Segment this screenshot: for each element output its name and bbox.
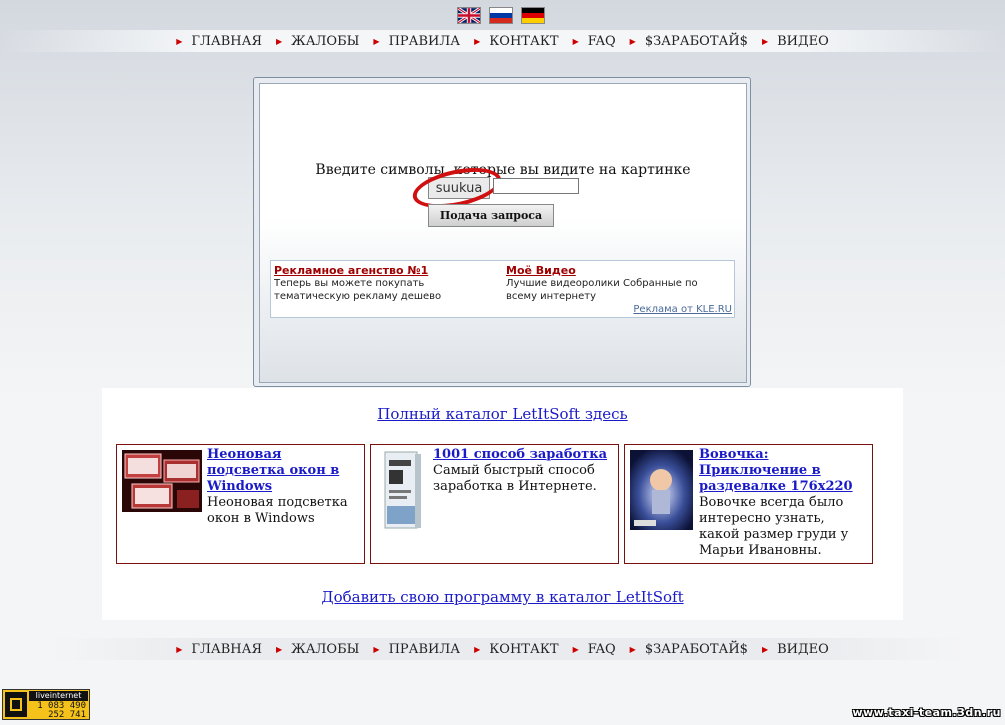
captcha-panel: Введите символы, которые вы видите на ка… — [253, 77, 751, 387]
card-text: Неоновая подсветка окон в Windows Неонов… — [207, 447, 360, 527]
ad-credit-link[interactable]: Реклама от KLE.RU — [633, 304, 732, 315]
ad-title-link[interactable]: Рекламное агенство №1 — [274, 264, 489, 277]
arrow-right-icon: ▶ — [275, 36, 283, 46]
nav-item-faq[interactable]: ▶ FAQ — [573, 34, 616, 49]
card-title-link[interactable]: Вовочка: Приключение в раздевалке 176x22… — [699, 447, 868, 495]
nav-item-video[interactable]: ▶ ВИДЕО — [762, 642, 829, 657]
arrow-right-icon: ▶ — [176, 36, 183, 46]
nav-item-home[interactable]: ▶ ГЛАВНАЯ — [176, 642, 262, 657]
counter-value-today: 252 741 — [48, 710, 86, 720]
arrow-right-icon: ▶ — [275, 644, 283, 654]
book-cover-thumbnail[interactable] — [383, 450, 423, 530]
site-watermark: www.taxi-team.3dn.ru — [852, 706, 1001, 719]
arrow-right-icon: ▶ — [629, 36, 636, 46]
card-title-link[interactable]: Неоновая подсветка окон в Windows — [207, 447, 360, 495]
ad-description: Лучшие видеоролики Собранные по всему ин… — [506, 278, 698, 302]
ad-item: Моё Видео Лучшие видеоролики Собранные п… — [506, 264, 721, 303]
counter-name: liveinternet — [29, 691, 88, 701]
arrow-right-icon: ▶ — [572, 36, 579, 46]
bottom-nav: ▶ ГЛАВНАЯ ▶ ЖАЛОБЫ ▶ ПРАВИЛА ▶ КОНТАКТ ▶ FAQ … — [0, 638, 1005, 660]
liveinternet-counter[interactable]: liveinternet 1 083 490 252 741 — [2, 689, 90, 720]
game-cover-thumbnail[interactable] — [630, 450, 693, 530]
catalog-section: Полный каталог LetItSoft здесь Неоновая … — [102, 388, 903, 620]
nav-item-faq[interactable]: ▶ FAQ — [573, 642, 616, 657]
arrow-right-icon: ▶ — [761, 36, 769, 46]
nav-item-contact[interactable]: ▶ КОНТАКТ — [474, 34, 558, 49]
ad-item: Рекламное агенство №1 Теперь вы можете п… — [274, 264, 489, 303]
russia-flag-icon[interactable] — [489, 7, 513, 24]
nav-item-rules[interactable]: ▶ ПРАВИЛА — [373, 34, 460, 49]
nav-item-complaints[interactable]: ▶ ЖАЛОБЫ — [276, 34, 359, 49]
arrow-right-icon: ▶ — [474, 36, 481, 46]
card-description: Самый быстрый способ заработка в Интерне… — [433, 463, 597, 494]
card-text: Вовочка: Приключение в раздевалке 176x22… — [699, 447, 868, 559]
nav-item-contact[interactable]: ▶ КОНТАКТ — [474, 642, 558, 657]
card-description: Неоновая подсветка окон в Windows — [207, 495, 348, 526]
nav-item-home[interactable]: ▶ ГЛАВНАЯ — [176, 34, 262, 49]
catalog-card: Неоновая подсветка окон в Windows Неонов… — [116, 444, 365, 564]
arrow-right-icon: ▶ — [629, 644, 636, 654]
language-selector — [457, 7, 545, 24]
card-title-link[interactable]: 1001 способ заработка — [433, 447, 614, 463]
card-text: 1001 способ заработка Самый быстрый спос… — [433, 447, 614, 495]
captcha-input[interactable] — [493, 178, 579, 194]
arrow-right-icon: ▶ — [761, 644, 769, 654]
ad-block: Рекламное агенство №1 Теперь вы можете п… — [270, 260, 735, 318]
catalog-card: Вовочка: Приключение в раздевалке 176x22… — [624, 444, 873, 564]
nav-item-complaints[interactable]: ▶ ЖАЛОБЫ — [276, 642, 359, 657]
arrow-right-icon: ▶ — [176, 644, 183, 654]
arrow-right-icon: ▶ — [474, 644, 481, 654]
captcha-panel-inner: Введите символы, которые вы видите на ка… — [259, 83, 747, 383]
liveinternet-logo-icon — [5, 692, 27, 717]
arrow-right-icon: ▶ — [373, 644, 380, 654]
nav-item-earn[interactable]: ▶ $ЗАРАБОТАЙ$ — [630, 642, 748, 657]
top-nav: ▶ ГЛАВНАЯ ▶ ЖАЛОБЫ ▶ ПРАВИЛА ▶ КОНТАКТ ▶ FAQ … — [0, 30, 1005, 52]
add-program-link[interactable]: Добавить свою программу в каталог LetItS… — [102, 588, 903, 606]
nav-item-video[interactable]: ▶ ВИДЕО — [762, 34, 829, 49]
ad-description: Теперь вы можете покупать тематическую р… — [274, 278, 442, 302]
ad-title-link[interactable]: Моё Видео — [506, 264, 721, 277]
germany-flag-icon[interactable] — [521, 7, 545, 24]
arrow-right-icon: ▶ — [373, 36, 380, 46]
arrow-right-icon: ▶ — [572, 644, 579, 654]
full-catalog-link[interactable]: Полный каталог LetItSoft здесь — [102, 405, 903, 423]
nav-item-earn[interactable]: ▶ $ЗАРАБОТАЙ$ — [630, 34, 748, 49]
captcha-image: suukua — [428, 177, 490, 199]
nav-item-rules[interactable]: ▶ ПРАВИЛА — [373, 642, 460, 657]
uk-flag-icon[interactable] — [457, 7, 481, 24]
neon-windows-thumbnail[interactable] — [122, 450, 202, 512]
card-description: Вовочке всегда было интересно узнать, ка… — [699, 495, 849, 558]
submit-button[interactable]: Подача запроса — [428, 204, 554, 227]
captcha-prompt: Введите символы, которые вы видите на ка… — [315, 162, 691, 178]
catalog-card: 1001 способ заработка Самый быстрый спос… — [370, 444, 619, 564]
